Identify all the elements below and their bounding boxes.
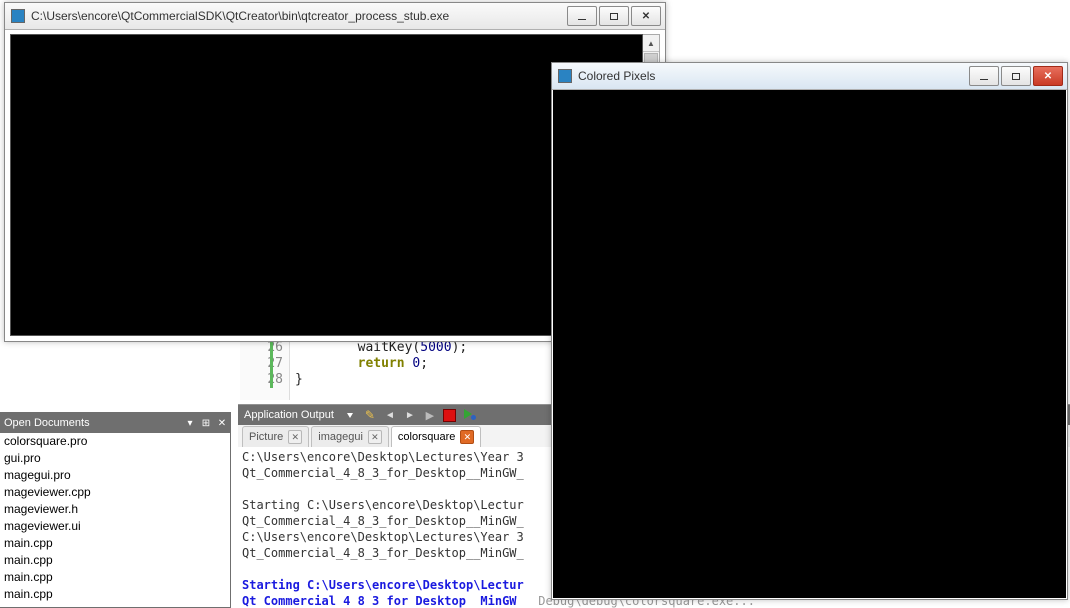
close-button[interactable]: ✕ — [1033, 66, 1063, 86]
line-number: 26 — [240, 340, 283, 356]
run-debug-icon[interactable] — [462, 407, 478, 423]
clear-output-icon[interactable]: ✎ — [362, 407, 378, 423]
window-controls: ✕ — [967, 66, 1063, 86]
stub-window-titlebar[interactable]: C:\Users\encore\QtCommercialSDK\QtCreato… — [5, 3, 665, 30]
app-icon — [11, 9, 25, 23]
open-documents-list: colorsquare.pro gui.pro magegui.pro mage… — [0, 433, 230, 607]
window-title: Colored Pixels — [578, 69, 655, 83]
minimize-button[interactable] — [969, 66, 999, 86]
app-icon — [558, 69, 572, 83]
scroll-up-icon[interactable]: ▲ — [643, 35, 659, 52]
minimize-button[interactable] — [567, 6, 597, 26]
tab-label: Picture — [249, 431, 283, 443]
tab-close-icon[interactable]: ✕ — [288, 430, 302, 444]
tab-label: imagegui — [318, 431, 363, 443]
tab-label: colorsquare — [398, 431, 455, 443]
list-item[interactable]: gui.pro — [0, 450, 230, 467]
tab-close-icon[interactable]: ✕ — [368, 430, 382, 444]
change-marker — [270, 340, 273, 388]
list-item[interactable]: mageviewer.ui — [0, 518, 230, 535]
colored-pixels-titlebar[interactable]: Colored Pixels ✕ — [552, 63, 1067, 90]
close-button[interactable]: ✕ — [631, 6, 661, 26]
application-output-title: Application Output — [244, 409, 334, 421]
list-item[interactable]: magegui.pro — [0, 467, 230, 484]
close-panel-icon[interactable]: ✕ — [214, 415, 230, 431]
rerun-icon[interactable]: ▶ — [422, 407, 438, 423]
output-menu-dropdown-icon[interactable] — [342, 407, 358, 423]
window-title: C:\Users\encore\QtCommercialSDK\QtCreato… — [31, 9, 449, 23]
stop-icon[interactable] — [442, 407, 458, 423]
colored-pixels-window[interactable]: Colored Pixels ✕ — [551, 62, 1068, 600]
maximize-button[interactable] — [1001, 66, 1031, 86]
list-item[interactable]: colorsquare.pro — [0, 433, 230, 450]
editor-gutter: 26 27 28 — [240, 340, 290, 400]
output-tab-colorsquare[interactable]: colorsquare ✕ — [391, 426, 481, 447]
prev-output-icon[interactable]: ◄ — [382, 407, 398, 423]
output-tab-imagegui[interactable]: imagegui ✕ — [311, 426, 389, 447]
split-icon[interactable]: ⊞ — [198, 415, 214, 431]
list-item[interactable]: main.cpp — [0, 552, 230, 569]
maximize-button[interactable] — [599, 6, 629, 26]
list-item[interactable]: mageviewer.cpp — [0, 484, 230, 501]
list-item[interactable]: main.cpp — [0, 535, 230, 552]
line-number: 28 — [240, 372, 283, 388]
window-controls: ✕ — [565, 6, 661, 26]
open-documents-header: Open Documents ▾ ⊞ ✕ — [0, 413, 230, 433]
list-item[interactable]: main.cpp — [0, 586, 230, 603]
open-documents-title: Open Documents — [4, 417, 90, 429]
console-viewport[interactable] — [10, 34, 643, 336]
list-item[interactable]: mageviewer.h — [0, 501, 230, 518]
output-tab-picture[interactable]: Picture ✕ — [242, 426, 309, 447]
tab-close-icon[interactable]: ✕ — [460, 430, 474, 444]
colored-pixels-canvas[interactable] — [553, 90, 1066, 598]
dropdown-icon[interactable]: ▾ — [182, 415, 198, 431]
list-item[interactable]: main.cpp — [0, 569, 230, 586]
next-output-icon[interactable]: ► — [402, 407, 418, 423]
open-documents-panel: Open Documents ▾ ⊞ ✕ colorsquare.pro gui… — [0, 412, 231, 608]
line-number: 27 — [240, 356, 283, 372]
